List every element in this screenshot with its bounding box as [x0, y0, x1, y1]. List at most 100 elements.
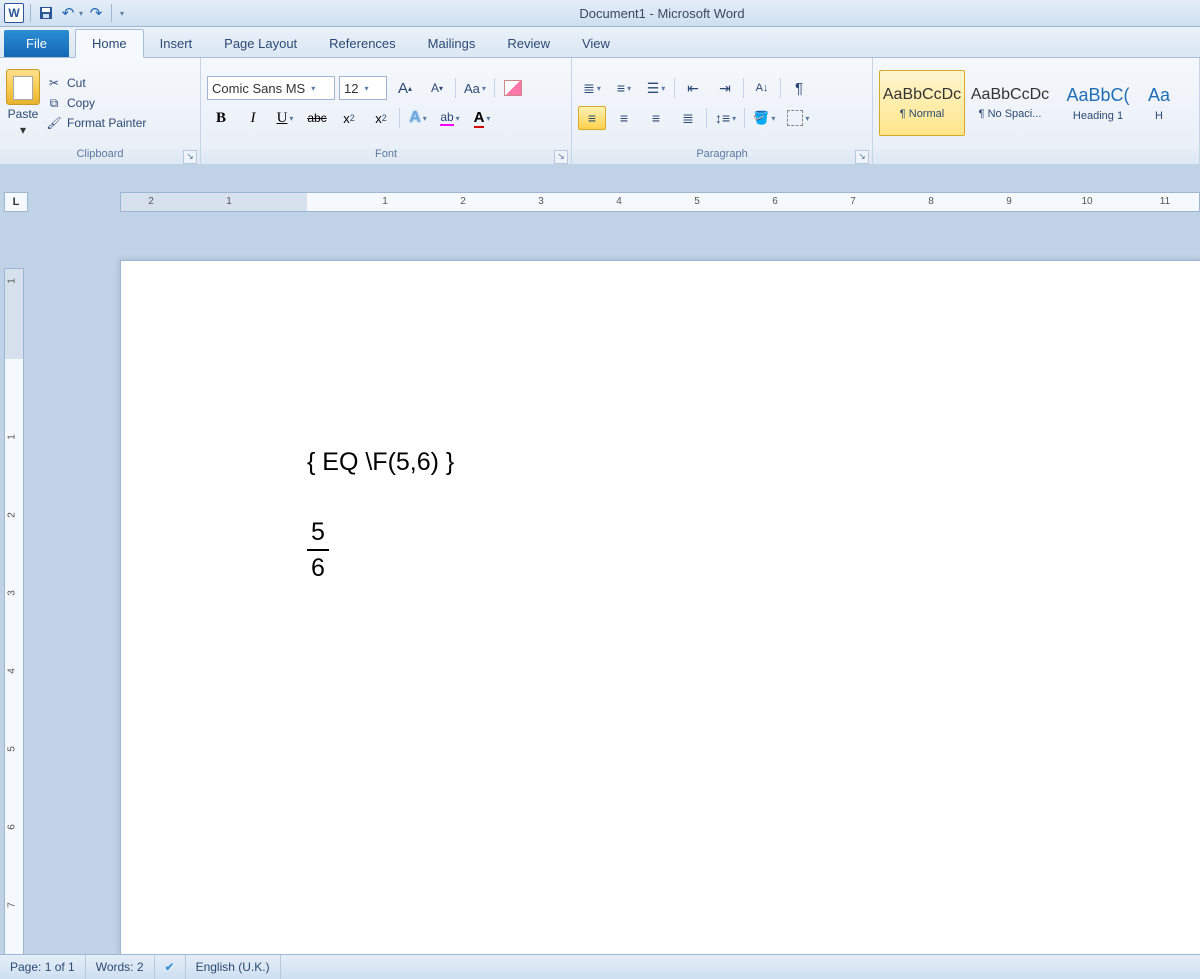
line-spacing-button[interactable]: ↕≡▾: [711, 106, 740, 130]
tab-view[interactable]: View: [566, 30, 626, 57]
document-page[interactable]: { EQ \F(5,6) } 5 6: [120, 260, 1200, 955]
status-bar: Page: 1 of 1 Words: 2 ✔ English (U.K.): [0, 954, 1200, 979]
grow-font-button[interactable]: A▴: [391, 76, 419, 100]
show-marks-button[interactable]: ¶: [785, 76, 813, 100]
style-nospacing-name: ¶ No Spaci...: [979, 108, 1042, 120]
tab-mailings[interactable]: Mailings: [412, 30, 492, 57]
group-styles: AaBbCcDc ¶ Normal AaBbCcDc ¶ No Spaci...…: [873, 58, 1200, 166]
save-icon[interactable]: [37, 4, 55, 22]
paste-button[interactable]: Paste ▾: [6, 69, 40, 137]
brush-icon: 🖌: [46, 115, 62, 131]
underline-button[interactable]: U▾: [271, 106, 299, 130]
word-icon[interactable]: W: [4, 3, 24, 23]
ribbon-tabs: File Home Insert Page Layout References …: [0, 27, 1200, 58]
horizontal-ruler[interactable]: 211234567891011: [120, 192, 1200, 212]
subscript-button[interactable]: x2: [335, 106, 363, 130]
redo-icon[interactable]: ↷: [87, 4, 105, 22]
decrease-indent-button[interactable]: ⇤: [679, 76, 707, 100]
align-right-button[interactable]: ≡: [642, 106, 670, 130]
style-heading2[interactable]: Aa H: [1143, 70, 1175, 136]
format-painter-button[interactable]: 🖌 Format Painter: [46, 115, 146, 131]
paste-label: Paste: [8, 107, 39, 121]
fraction-numerator: 5: [307, 517, 329, 547]
font-name-combo[interactable]: Comic Sans MS▾: [207, 76, 335, 100]
fraction-line: [307, 549, 329, 551]
shrink-font-button[interactable]: A▾: [423, 76, 451, 100]
qat-separator-2: [111, 4, 112, 22]
justify-button[interactable]: ≣: [674, 106, 702, 130]
style-no-spacing[interactable]: AaBbCcDc ¶ No Spaci...: [967, 70, 1053, 136]
quick-access-toolbar: W ↶▾ ↷ ▾: [0, 3, 124, 23]
align-left-icon: ≡: [588, 110, 596, 126]
title-bar: W ↶▾ ↷ ▾ Document1 - Microsoft Word: [0, 0, 1200, 27]
tab-page-layout[interactable]: Page Layout: [208, 30, 313, 57]
align-center-button[interactable]: ≡: [610, 106, 638, 130]
format-painter-label: Format Painter: [67, 116, 146, 130]
cut-button[interactable]: ✂Cut: [46, 75, 146, 91]
font-dialog-launcher[interactable]: ↘: [554, 150, 568, 164]
window-title: Document1 - Microsoft Word: [124, 6, 1200, 21]
paste-icon: [6, 69, 40, 105]
style-normal-sample: AaBbCcDc: [883, 86, 961, 104]
vertical-ruler[interactable]: 2112345678: [4, 268, 24, 955]
tab-file[interactable]: File: [4, 30, 69, 57]
status-words[interactable]: Words: 2: [86, 955, 155, 979]
multilevel-button[interactable]: ☰▾: [642, 76, 670, 100]
paragraph-dialog-launcher[interactable]: ↘: [855, 150, 869, 164]
proofing-icon: ✔: [165, 960, 175, 974]
copy-button[interactable]: ⧉ Copy: [46, 95, 146, 111]
increase-indent-button[interactable]: ⇥: [711, 76, 739, 100]
ribbon: Paste ▾ ✂Cut ⧉Copy 🖌Format Painter Clipb…: [0, 58, 1200, 167]
tab-stop-selector[interactable]: L: [4, 192, 28, 212]
shading-button[interactable]: 🪣▾: [749, 106, 779, 130]
numbering-button[interactable]: ≡▾: [610, 76, 638, 100]
style-heading1-name: Heading 1: [1073, 110, 1123, 122]
style-normal[interactable]: AaBbCcDc ¶ Normal: [879, 70, 965, 136]
copy-icon: ⧉: [46, 95, 62, 111]
fraction-denominator: 6: [307, 553, 329, 583]
paste-dropdown[interactable]: ▾: [20, 123, 26, 137]
clear-formatting-button[interactable]: [499, 76, 527, 100]
font-color-button[interactable]: A▾: [468, 106, 496, 130]
tab-insert[interactable]: Insert: [144, 30, 209, 57]
borders-button[interactable]: ▾: [783, 106, 813, 130]
tab-review[interactable]: Review: [491, 30, 566, 57]
fraction[interactable]: 5 6: [307, 517, 329, 583]
superscript-button[interactable]: x2: [367, 106, 395, 130]
sort-button[interactable]: A↓: [748, 76, 776, 100]
document-content[interactable]: { EQ \F(5,6) } 5 6: [307, 447, 454, 583]
bold-button[interactable]: B: [207, 106, 235, 130]
numbering-icon: ≡: [617, 80, 625, 96]
italic-button[interactable]: I: [239, 106, 267, 130]
change-case-button[interactable]: Aa▾: [460, 76, 490, 100]
undo-dropdown[interactable]: ▾: [79, 9, 83, 18]
align-left-button[interactable]: ≡: [578, 106, 606, 130]
align-right-icon: ≡: [652, 110, 660, 126]
font-size-combo[interactable]: 12▾: [339, 76, 387, 100]
tab-home[interactable]: Home: [75, 29, 144, 58]
clipboard-dialog-launcher[interactable]: ↘: [183, 150, 197, 164]
scissors-icon: ✂: [46, 75, 62, 91]
status-proofing[interactable]: ✔: [155, 955, 186, 979]
style-heading1[interactable]: AaBbC( Heading 1: [1055, 70, 1141, 136]
align-center-icon: ≡: [620, 110, 628, 126]
multilevel-icon: ☰: [647, 80, 660, 97]
status-page[interactable]: Page: 1 of 1: [0, 955, 86, 979]
style-heading1-sample: AaBbC(: [1066, 85, 1129, 106]
undo-icon[interactable]: ↶: [59, 4, 77, 22]
field-code-text[interactable]: { EQ \F(5,6) }: [307, 447, 454, 477]
eraser-icon: [504, 80, 522, 96]
tab-references[interactable]: References: [313, 30, 411, 57]
border-icon: [787, 110, 803, 126]
status-language[interactable]: English (U.K.): [186, 955, 281, 979]
bullets-icon: ≣: [583, 80, 595, 97]
bullets-button[interactable]: ≣▾: [578, 76, 606, 100]
strikethrough-button[interactable]: abc: [303, 106, 331, 130]
style-heading2-sample: Aa: [1148, 85, 1170, 106]
group-clipboard: Paste ▾ ✂Cut ⧉Copy 🖌Format Painter Clipb…: [0, 58, 201, 166]
highlight-button[interactable]: ab▾: [436, 106, 464, 130]
text-effects-button[interactable]: A▾: [404, 106, 432, 130]
group-paragraph: ≣▾ ≡▾ ☰▾ ⇤ ⇥ A↓ ¶ ≡ ≡ ≡ ≣ ↕≡: [572, 58, 873, 166]
justify-icon: ≣: [682, 110, 694, 127]
copy-label: Copy: [67, 96, 95, 110]
